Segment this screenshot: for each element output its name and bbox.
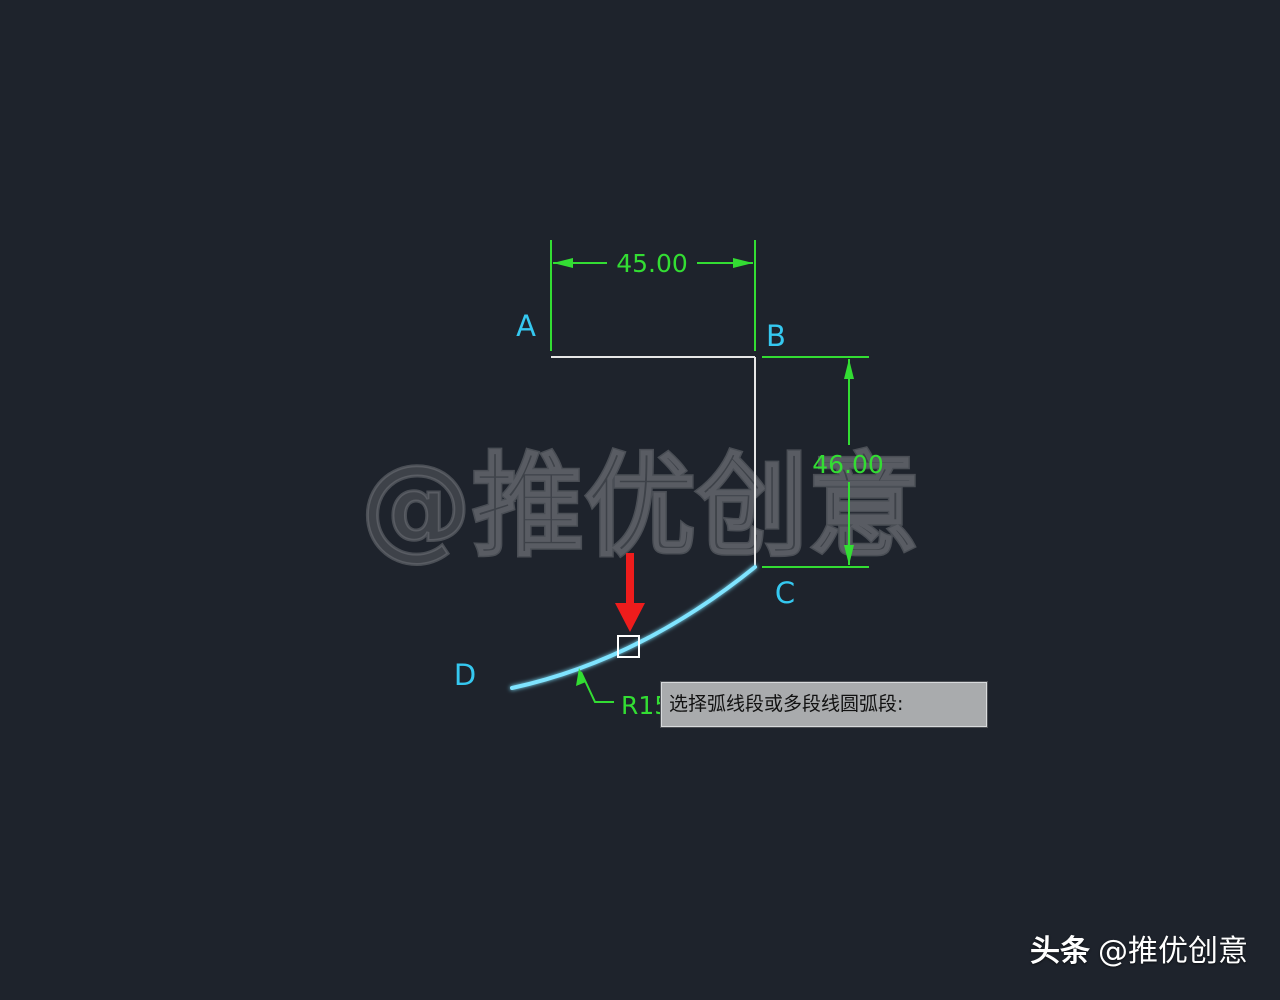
dimension-arrow-left-icon (553, 258, 573, 268)
point-label-b: B (766, 319, 786, 353)
cad-drawing-canvas[interactable]: @推优创意 45.00 46.00 R15 A B C D (0, 0, 1280, 1000)
command-prompt-tooltip: 选择弧线段或多段线圆弧段: (661, 682, 987, 727)
dimension-arrow-right-icon (733, 258, 753, 268)
radius-leader[interactable] (576, 668, 614, 703)
dimension-vertical-value: 46.00 (812, 450, 884, 479)
point-label-c: C (775, 576, 795, 610)
corner-watermark: 头条 @推优创意 (1030, 926, 1248, 970)
dimension-arrow-up-icon (844, 359, 854, 379)
corner-watermark-handle: @推优创意 (1098, 934, 1248, 969)
point-label-d: D (454, 658, 476, 692)
corner-watermark-platform: 头条 (1030, 934, 1090, 969)
point-label-a: A (516, 309, 536, 343)
dimension-horizontal-value: 45.00 (616, 249, 688, 278)
